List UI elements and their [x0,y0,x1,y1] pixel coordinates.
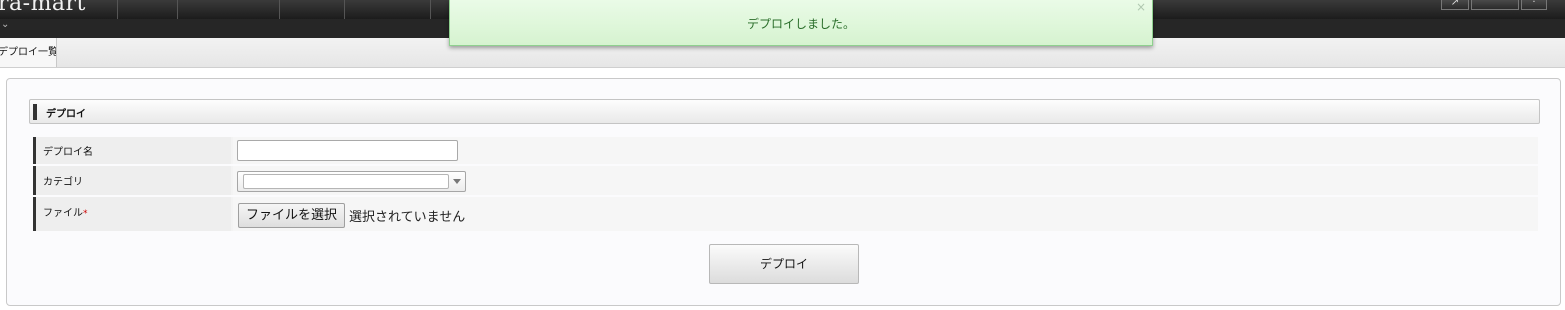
deploy-name-label: デプロイ名 [43,147,93,158]
file-label-cell: ファイル* [33,197,231,231]
tab-deploy-list[interactable]: デプロイ一覧 [0,38,57,67]
category-select[interactable] [237,171,466,192]
nav-divider [279,0,280,19]
section-marker [33,104,37,120]
file-label-text: ファイル [43,208,83,219]
file-status-text: 選択されていません [349,210,466,225]
category-label-cell: カテゴリ [33,166,231,195]
more-icon: · [1532,0,1536,8]
header-menu-button[interactable] [1471,0,1519,10]
nav-divider [344,0,345,19]
toast-message: デプロイしました。 [746,17,855,31]
category-select-value[interactable] [243,174,449,189]
nav-divider [177,0,178,19]
success-toast: デプロイしました。 × [449,0,1153,46]
chevron-down-icon[interactable]: ⌄ [1,19,9,30]
deploy-button[interactable]: デプロイ [709,244,859,284]
close-icon[interactable]: × [1136,0,1146,14]
header-more-button[interactable]: · [1521,0,1547,10]
section-header: デプロイ [29,99,1540,124]
category-label: カテゴリ [43,177,83,188]
deploy-name-label-cell: デプロイ名 [33,137,231,164]
chevron-down-icon [453,179,461,184]
tab-label: デプロイ一覧 [0,47,57,58]
choose-file-button[interactable]: ファイルを選択 [238,203,345,228]
nav-divider [117,0,118,19]
header-pin-button[interactable]: ↗ [1441,0,1469,10]
deploy-name-input[interactable] [237,140,458,161]
file-label: ファイル* [43,204,88,219]
required-mark: * [83,209,88,219]
section-title: デプロイ [46,109,86,120]
nav-divider [430,0,431,19]
app-logo: ra-mart [0,0,86,16]
pin-icon: ↗ [1450,0,1460,8]
